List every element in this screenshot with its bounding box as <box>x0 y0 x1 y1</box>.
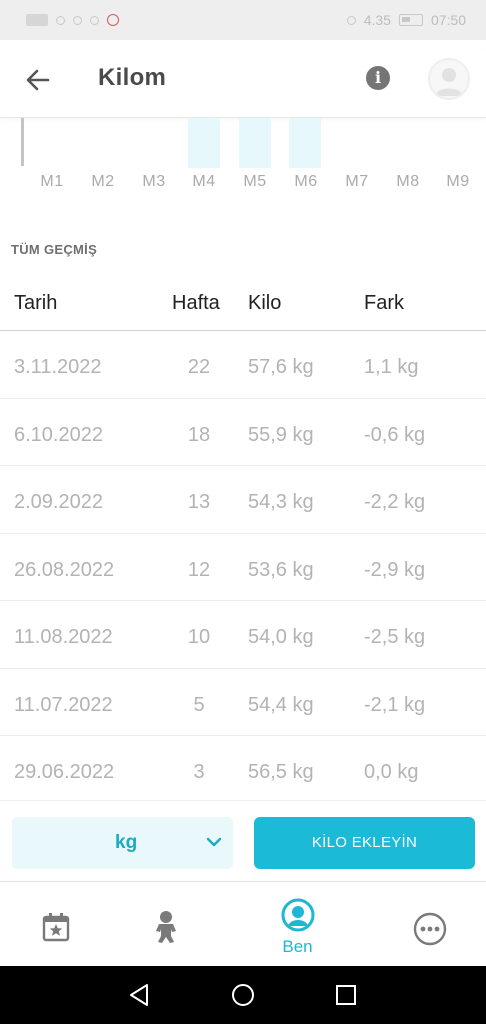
cell-date: 11.07.2022 <box>14 693 113 716</box>
chart-label: M7 <box>345 173 369 190</box>
cell-week: 12 <box>187 558 211 581</box>
cell-week: 10 <box>187 626 211 648</box>
status-icons-left <box>26 14 119 26</box>
unit-value: kg <box>115 832 138 853</box>
battery-icon <box>398 14 423 26</box>
cell-week: 13 <box>187 491 211 513</box>
cell-kilo: 54,0 kg <box>248 626 314 648</box>
history-table-header: Tarih Hafta Kilo Fark <box>0 278 486 331</box>
vibrate-icon <box>346 15 356 25</box>
table-row[interactable]: 11.08.2022 10 54,0 kg -2,5 kg <box>0 601 486 669</box>
column-header-kilo: Kilo <box>248 292 282 314</box>
cell-fark: 1,1 kg <box>364 356 419 378</box>
baby-icon <box>156 911 176 943</box>
user-avatar-icon[interactable] <box>428 58 470 100</box>
network-speed: 4.35 <box>363 12 391 28</box>
notification-icon <box>107 14 119 26</box>
alarm-icon <box>90 15 99 25</box>
nav-item-calendar[interactable] <box>0 882 121 966</box>
cell-kilo: 53,6 kg <box>248 558 314 581</box>
status-bar: 4.35 07:50 <box>0 0 486 40</box>
history-table: 3.11.2022 22 57,6 kg 1,1 kg 6.10.2022 18… <box>0 331 486 804</box>
chart-label: M2 <box>91 173 115 190</box>
signal-icon <box>56 15 65 25</box>
unit-dropdown[interactable]: kg <box>12 817 233 869</box>
table-row[interactable]: 29.06.2022 3 56,5 kg 0,0 kg <box>0 736 486 804</box>
bottom-actions: kg KİLO EKLEYİN <box>0 800 486 882</box>
cell-date: 29.06.2022 <box>14 761 115 783</box>
avatar-silhouette-icon <box>435 68 463 96</box>
cell-fark: -2,1 kg <box>364 693 426 716</box>
chart-axis <box>21 118 24 166</box>
chart-label: M5 <box>243 173 267 190</box>
mother-icon <box>281 898 315 932</box>
table-row[interactable]: 2.09.2022 13 54,3 kg -2,2 kg <box>0 466 486 534</box>
cell-week: 22 <box>187 356 211 378</box>
cell-fark: -2,9 kg <box>364 558 426 581</box>
sim-icon <box>26 14 48 26</box>
column-header-date: Tarih <box>14 292 58 314</box>
bottom-nav: Ben <box>0 882 486 966</box>
table-row[interactable]: 3.11.2022 22 57,6 kg 1,1 kg <box>0 331 486 399</box>
system-back-icon[interactable] <box>128 983 150 1007</box>
cell-week: 5 <box>193 693 205 716</box>
chart-highlight-m4 <box>188 118 220 168</box>
chevron-down-icon <box>206 837 222 847</box>
cell-fark: -0,6 kg <box>364 423 426 446</box>
arrow-back-icon[interactable] <box>22 64 54 96</box>
app-bar: Kilom i <box>0 40 486 118</box>
more-icon <box>413 912 447 946</box>
chart-label: M8 <box>396 173 420 190</box>
chart-highlight-m6 <box>289 118 321 168</box>
cell-kilo: 57,6 kg <box>248 356 314 378</box>
cell-kilo: 55,9 kg <box>248 423 314 446</box>
cell-fark: 0,0 kg <box>364 761 419 783</box>
weight-chart: M1 M2 M3 M4 M5 M6 M7 M8 M9 <box>0 118 486 198</box>
cell-date: 26.08.2022 <box>14 558 115 581</box>
nav-item-more[interactable] <box>365 882 486 966</box>
column-header-week: Hafta <box>172 292 220 314</box>
column-header-fark: Fark <box>364 292 404 314</box>
wifi-icon <box>73 15 82 25</box>
nav-item-ben[interactable]: Ben <box>237 882 358 966</box>
chart-highlight-m5 <box>239 118 271 168</box>
chart-label: M3 <box>142 173 166 190</box>
info-icon[interactable]: i <box>366 66 390 90</box>
cell-kilo: 54,4 kg <box>248 693 314 716</box>
table-row[interactable]: 11.07.2022 5 54,4 kg -2,1 kg <box>0 669 486 736</box>
calendar-star-icon <box>42 913 70 942</box>
cell-week: 18 <box>187 423 211 446</box>
system-home-icon[interactable] <box>231 983 255 1007</box>
cell-date: 11.08.2022 <box>14 626 113 648</box>
system-recents-icon[interactable] <box>335 984 357 1006</box>
cell-kilo: 54,3 kg <box>248 491 314 513</box>
status-icons-right: 4.35 07:50 <box>346 12 466 28</box>
cell-date: 2.09.2022 <box>14 491 103 513</box>
cell-kilo: 56,5 kg <box>248 761 314 783</box>
table-row[interactable]: 26.08.2022 12 53,6 kg -2,9 kg <box>0 534 486 601</box>
nav-label-ben: Ben <box>282 937 313 956</box>
system-nav-bar <box>0 966 486 1024</box>
chart-label: M1 <box>40 173 64 190</box>
cell-week: 3 <box>193 761 205 783</box>
status-time: 07:50 <box>430 12 466 28</box>
cell-fark: -2,2 kg <box>364 491 426 513</box>
cell-fark: -2,5 kg <box>364 626 426 648</box>
chart-label: M6 <box>294 173 318 190</box>
chart-label: M9 <box>446 173 470 190</box>
add-weight-button[interactable]: KİLO EKLEYİN <box>254 817 475 869</box>
cell-date: 6.10.2022 <box>14 423 103 446</box>
cell-date: 3.11.2022 <box>14 356 102 378</box>
table-row[interactable]: 6.10.2022 18 55,9 kg -0,6 kg <box>0 399 486 466</box>
history-section-title: TÜM GEÇMİŞ <box>11 242 98 257</box>
nav-item-baby[interactable] <box>121 882 242 966</box>
page-title: Kilom <box>98 64 167 91</box>
chart-label: M4 <box>192 173 216 190</box>
